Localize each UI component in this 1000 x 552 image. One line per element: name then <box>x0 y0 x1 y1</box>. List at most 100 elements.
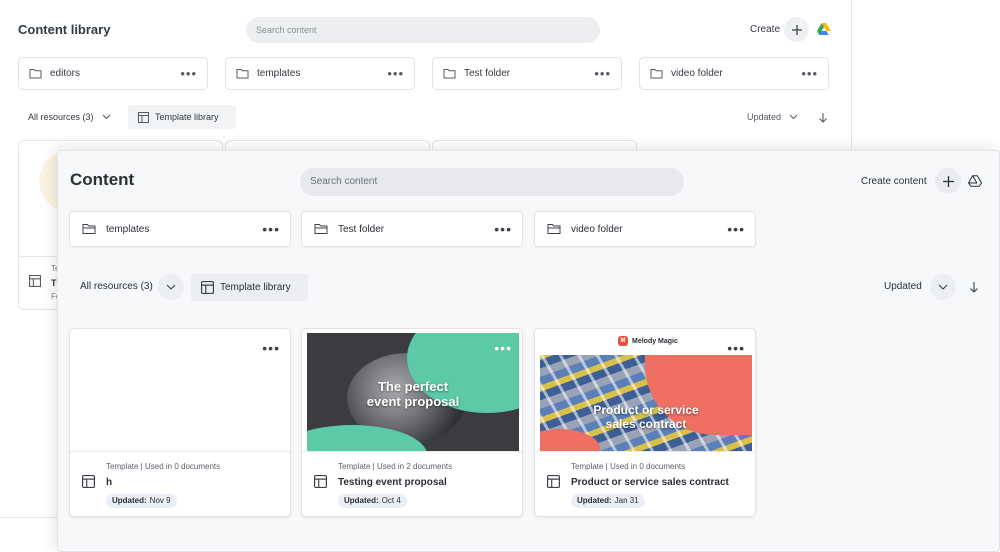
updated-label: Updated: <box>344 496 379 505</box>
search-input[interactable]: Search content <box>246 17 600 43</box>
more-dots-icon[interactable]: ••• <box>594 67 611 80</box>
sort-direction-button[interactable] <box>969 280 979 298</box>
card-thumbnail-blank <box>70 329 290 451</box>
folder-video[interactable]: video folder ••• <box>639 57 829 90</box>
card-meta: Template | Used in 0 documents <box>106 462 221 471</box>
google-drive-icon <box>967 175 983 187</box>
content-card[interactable]: The perfect event proposal ••• Template … <box>301 328 523 517</box>
all-resources-dropdown[interactable] <box>158 274 184 300</box>
card-meta: Template | Used in 0 documents <box>571 462 686 471</box>
create-button[interactable] <box>784 17 809 42</box>
updated-badge: Updated: Oct 4 <box>338 494 407 508</box>
template-icon <box>138 111 149 123</box>
google-drive-icon <box>817 23 831 35</box>
updated-label: Updated: <box>112 496 147 505</box>
sort-dropdown[interactable]: Updated <box>747 112 798 122</box>
create-content-button[interactable] <box>935 168 961 194</box>
all-resources-label[interactable]: All resources (3) <box>80 281 153 292</box>
thumbnail-caption-line: The perfect <box>377 379 449 394</box>
content-card[interactable]: ••• Template | Used in 0 documents h Upd… <box>69 328 291 517</box>
more-dots-icon[interactable]: ••• <box>494 222 512 236</box>
more-dots-icon[interactable]: ••• <box>727 341 745 355</box>
thumbnail-caption-line: Product or service <box>593 403 699 417</box>
folder-test[interactable]: Test folder ••• <box>301 211 523 247</box>
all-resources-label: All resources (3) <box>28 112 94 122</box>
sort-direction-button[interactable] <box>818 110 828 128</box>
folder-icon <box>29 69 42 79</box>
sort-label[interactable]: Updated <box>884 281 922 292</box>
updated-label: Updated: <box>577 496 612 505</box>
template-library-label: Template library <box>155 112 219 122</box>
card-divider <box>535 451 755 452</box>
sort-dropdown[interactable] <box>930 274 956 300</box>
updated-value: Nov 9 <box>149 496 171 505</box>
card-name: Product or service sales contract <box>571 477 729 488</box>
folder-name: video folder <box>671 68 723 79</box>
sort-label: Updated <box>747 112 782 122</box>
template-library-button[interactable]: Template library <box>128 105 236 129</box>
create-label[interactable]: Create <box>750 24 780 35</box>
folder-name: video folder <box>571 223 623 235</box>
more-dots-icon[interactable]: ••• <box>494 341 512 355</box>
page-title: Content <box>70 170 135 189</box>
folder-name: templates <box>257 68 301 79</box>
chevron-down-icon <box>789 114 798 120</box>
folder-name: templates <box>106 223 150 235</box>
brand-logo: M Melody Magic <box>618 336 678 346</box>
more-dots-icon[interactable]: ••• <box>262 341 280 355</box>
folder-templates[interactable]: templates ••• <box>69 211 291 247</box>
chevron-down-icon <box>166 284 176 290</box>
folder-icon <box>443 69 456 79</box>
folder-icon <box>650 69 663 79</box>
all-resources-filter[interactable]: All resources (3) <box>28 112 111 122</box>
card-divider <box>70 451 290 452</box>
folder-editors[interactable]: editors ••• <box>18 57 208 90</box>
plus-icon <box>942 175 954 187</box>
folder-icon <box>314 224 328 234</box>
more-dots-icon[interactable]: ••• <box>801 67 818 80</box>
plus-icon <box>791 24 802 35</box>
thumbnail-caption-line: event proposal <box>366 394 460 409</box>
template-icon <box>82 475 95 488</box>
sort-arrow-icon <box>970 282 978 293</box>
thumbnail-caption-line: sales contract <box>605 417 687 431</box>
content-card[interactable]: M Melody Magic Product or service sales … <box>534 328 756 517</box>
chevron-down-icon <box>938 284 948 290</box>
page-title: Content library <box>18 22 111 37</box>
google-drive-button[interactable] <box>967 174 983 192</box>
content-window: Content Search content Create content te… <box>57 150 1000 552</box>
folder-icon <box>82 224 96 234</box>
card-thumbnail-brand: M Melody Magic Product or service sales … <box>540 329 752 451</box>
create-content-label[interactable]: Create content <box>861 176 927 187</box>
folder-name: editors <box>50 68 81 79</box>
card-thumbnail-photo: The perfect event proposal <box>307 333 519 451</box>
folder-icon <box>547 224 561 234</box>
folder-test[interactable]: Test folder ••• <box>432 57 622 90</box>
template-library-button[interactable]: Template library <box>191 274 308 301</box>
search-input[interactable]: Search content <box>300 168 684 196</box>
more-dots-icon[interactable]: ••• <box>180 67 197 80</box>
more-dots-icon[interactable]: ••• <box>262 222 280 236</box>
folder-name: Test folder <box>338 223 385 235</box>
more-dots-icon[interactable]: ••• <box>727 222 745 236</box>
chevron-down-icon <box>102 114 110 120</box>
template-icon <box>547 475 560 488</box>
card-name: Testing event proposal <box>338 477 447 488</box>
updated-badge: Updated: Nov 9 <box>106 494 177 508</box>
folder-icon <box>236 69 249 79</box>
google-drive-button[interactable] <box>817 22 831 40</box>
thumbnail-caption: Product or service sales contract <box>540 403 752 431</box>
card-name: h <box>106 477 113 488</box>
more-dots-icon[interactable]: ••• <box>387 67 404 80</box>
card-meta: Template | Used in 2 documents <box>338 462 453 471</box>
template-icon <box>201 281 214 294</box>
folder-templates[interactable]: templates ••• <box>225 57 415 90</box>
card-divider <box>302 451 522 452</box>
template-icon <box>314 475 327 488</box>
template-icon <box>29 275 41 287</box>
template-library-label: Template library <box>220 282 291 293</box>
updated-value: Oct 4 <box>381 496 401 505</box>
brand-name: Melody Magic <box>632 337 678 345</box>
sort-arrow-icon <box>819 113 827 123</box>
folder-video[interactable]: video folder ••• <box>534 211 756 247</box>
